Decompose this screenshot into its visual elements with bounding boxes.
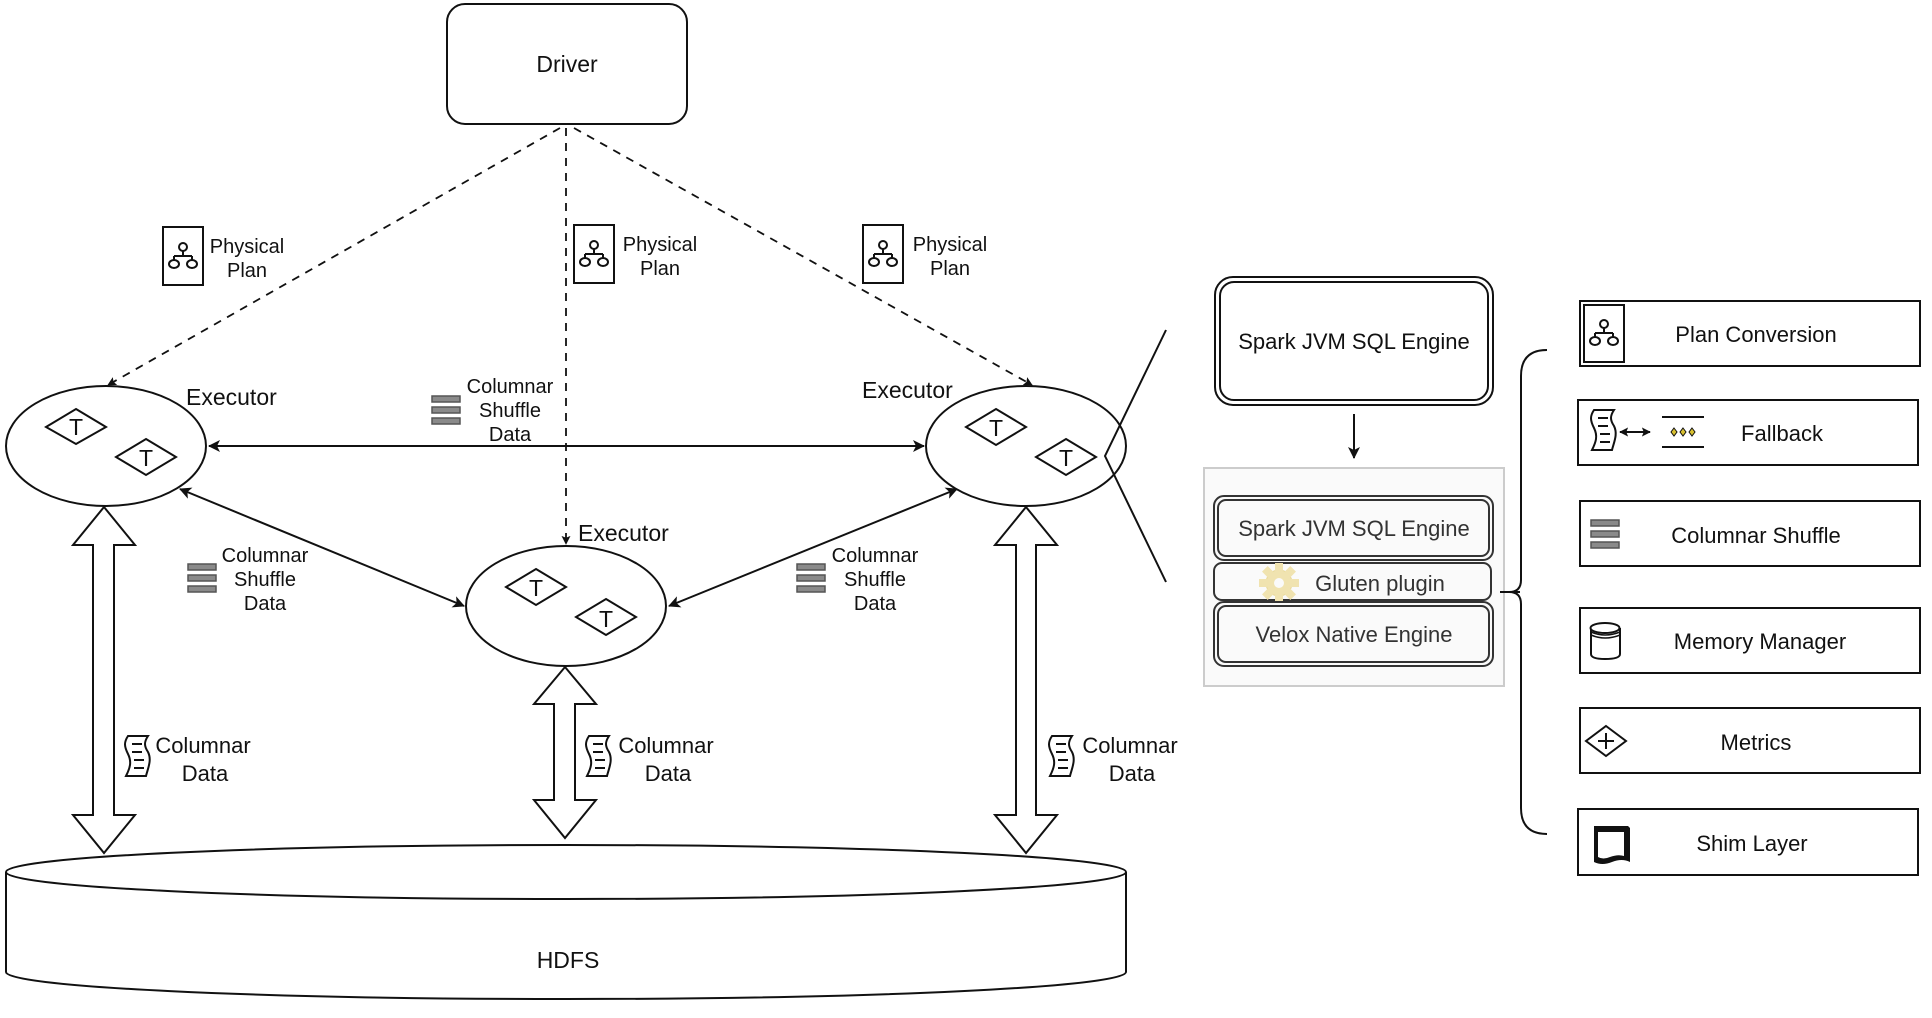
columnar-data-label-middle: Columnar Data <box>585 733 714 786</box>
component-shim-layer[interactable]: Shim Layer <box>1577 808 1919 876</box>
spark-engine-label: Spark JVM SQL Engine <box>1238 329 1470 354</box>
scroll-icon <box>585 735 612 777</box>
svg-text:T: T <box>1059 445 1073 471</box>
stacked-bars-icon <box>1590 519 1620 549</box>
svg-text:T: T <box>529 575 543 601</box>
stacked-bars-icon <box>796 563 826 593</box>
executor-label: Executor <box>862 377 953 403</box>
svg-text:Plan Conversion: Plan Conversion <box>1675 322 1836 347</box>
svg-text:Columnar: Columnar <box>618 733 713 758</box>
component-columnar-shuffle[interactable]: Columnar Shuffle <box>1579 500 1921 567</box>
svg-text:Data: Data <box>854 593 897 615</box>
component-metrics[interactable]: Metrics <box>1579 707 1921 774</box>
svg-text:Columnar Shuffle: Columnar Shuffle <box>1671 523 1841 548</box>
columnar-data-label-left: Columnar Data <box>124 733 251 786</box>
data-flow-arrow-right <box>992 505 1060 855</box>
svg-text:Data: Data <box>244 593 287 615</box>
gluten-stack-panel: Spark JVM SQL Engine Gluten plugin Velox… <box>1203 467 1505 687</box>
document-icon <box>1594 826 1630 864</box>
svg-text:Physical: Physical <box>210 236 284 258</box>
stacked-bars-icon <box>431 395 461 425</box>
svg-text:Plan: Plan <box>227 260 267 282</box>
component-fallback[interactable]: Fallback <box>1577 399 1919 466</box>
svg-text:Velox Native Engine: Velox Native Engine <box>1256 622 1453 647</box>
scroll-icon <box>124 735 151 777</box>
hierarchy-icon <box>573 224 615 284</box>
stack-layer-spark[interactable]: Spark JVM SQL Engine <box>1213 495 1494 561</box>
svg-text:Columnar: Columnar <box>155 733 250 758</box>
svg-text:T: T <box>599 606 613 632</box>
shuffle-label-left: Columnar Shuffle Data <box>187 545 309 615</box>
svg-text:Columnar: Columnar <box>222 545 309 567</box>
svg-text:Shuffle: Shuffle <box>479 400 541 422</box>
driver-node[interactable]: Driver <box>446 3 688 125</box>
stack-layer-gluten[interactable]: Gluten plugin <box>1213 562 1492 603</box>
stacked-bars-icon <box>187 563 217 593</box>
svg-text:Shim Layer: Shim Layer <box>1696 831 1807 856</box>
data-flow-arrow-middle <box>531 665 599 840</box>
data-flow-arrow-left <box>70 505 138 855</box>
svg-text:Data: Data <box>182 761 229 786</box>
component-memory-manager[interactable]: Memory Manager <box>1579 607 1921 674</box>
svg-text:Spark JVM SQL Engine: Spark JVM SQL Engine <box>1238 516 1470 541</box>
svg-text:T: T <box>69 414 83 440</box>
hdfs-storage[interactable]: HDFS <box>5 844 1127 1000</box>
components-brace <box>1500 349 1548 835</box>
database-icon <box>1589 622 1621 661</box>
svg-text:Plan: Plan <box>640 258 680 280</box>
svg-text:Fallback: Fallback <box>1741 421 1824 446</box>
hdfs-label: HDFS <box>537 947 600 973</box>
hierarchy-icon <box>1583 304 1625 363</box>
shuffle-label-right: Columnar Shuffle Data <box>796 545 919 615</box>
scroll-icon <box>1048 735 1075 777</box>
shuffle-label-top: Columnar Shuffle Data <box>431 376 554 446</box>
physical-plan-label-middle: Physical Plan <box>573 224 697 284</box>
svg-text:Shuffle: Shuffle <box>844 569 906 591</box>
svg-text:Physical: Physical <box>913 234 987 256</box>
svg-text:Columnar: Columnar <box>832 545 919 567</box>
svg-text:Memory Manager: Memory Manager <box>1674 629 1846 654</box>
hierarchy-icon <box>162 226 204 286</box>
svg-text:T: T <box>139 445 153 471</box>
svg-text:Metrics: Metrics <box>1721 730 1792 755</box>
stack-layer-velox[interactable]: Velox Native Engine <box>1213 601 1494 667</box>
svg-text:Data: Data <box>1109 761 1156 786</box>
svg-text:Columnar: Columnar <box>1082 733 1177 758</box>
executor-label: Executor <box>186 384 277 410</box>
physical-plan-label-left: Physical Plan <box>162 226 284 286</box>
driver-label: Driver <box>536 51 598 77</box>
svg-text:Data: Data <box>645 761 692 786</box>
component-plan-conversion[interactable]: Plan Conversion <box>1579 300 1921 367</box>
hierarchy-icon <box>862 224 904 284</box>
svg-text:T: T <box>989 415 1003 441</box>
spark-engine-node[interactable]: Spark JVM SQL Engine <box>1214 276 1494 406</box>
svg-text:Plan: Plan <box>930 258 970 280</box>
executor-label: Executor <box>578 520 669 546</box>
executor-right[interactable]: T T Executor <box>862 377 1127 507</box>
svg-text:Data: Data <box>489 424 532 446</box>
svg-text:Physical: Physical <box>623 234 697 256</box>
svg-text:Gluten plugin: Gluten plugin <box>1315 571 1445 596</box>
svg-text:Columnar: Columnar <box>467 376 554 398</box>
physical-plan-label-right: Physical Plan <box>862 224 987 284</box>
executor-middle[interactable]: T T Executor <box>465 520 669 667</box>
columnar-data-label-right: Columnar Data <box>1048 733 1178 786</box>
gear-icon <box>1259 563 1299 603</box>
architecture-diagram: Driver Physical Plan Physical Plan Physi… <box>5 3 1921 1000</box>
plan-dispatch-line-right <box>573 127 1033 386</box>
svg-text:Shuffle: Shuffle <box>234 569 296 591</box>
